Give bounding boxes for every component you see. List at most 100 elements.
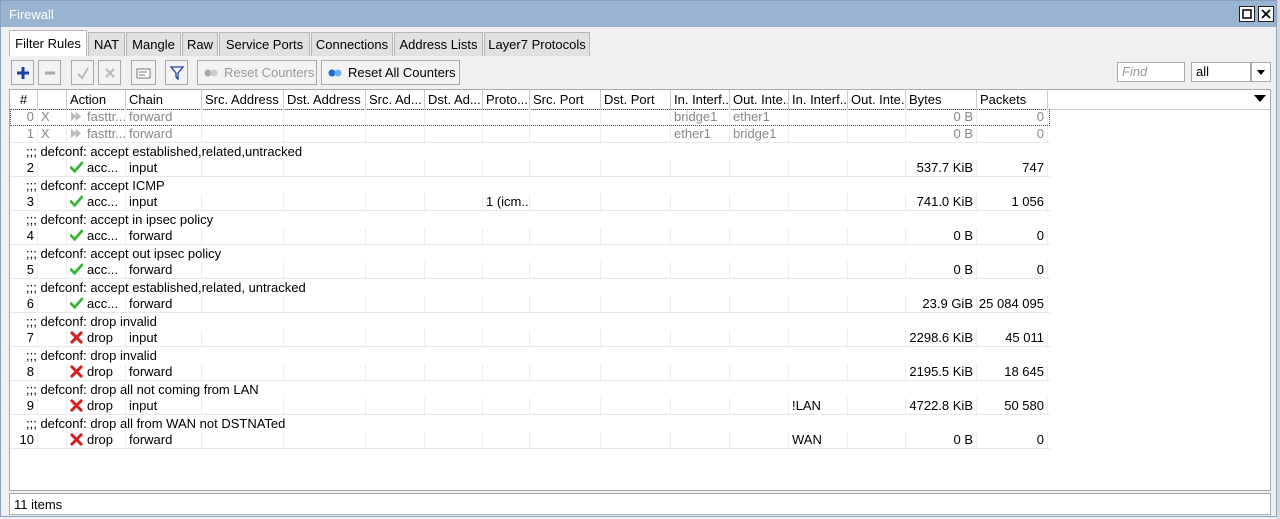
cell-bytes: 0 B xyxy=(906,228,977,244)
rule-comment[interactable]: ;;; defconf: accept ICMP xyxy=(26,177,165,194)
table-row[interactable]: 7 drop input 2298.6 KiB 45 011 xyxy=(10,330,1050,347)
tab-nat[interactable]: NAT xyxy=(88,32,125,56)
column-header[interactable]: Src. Ad... xyxy=(366,90,425,109)
table-row[interactable]: 8 drop forward 2195.5 KiB 18 645 xyxy=(10,364,1050,381)
cell-bytes: 2195.5 KiB xyxy=(906,364,977,380)
table-row[interactable]: 0 Xfasttr... forward bridge1 ether1 0 B0 xyxy=(10,109,1050,126)
tab-mangle[interactable]: Mangle xyxy=(126,32,181,56)
cell-src xyxy=(202,262,284,278)
find-input[interactable]: Find xyxy=(1117,62,1185,82)
remove-button[interactable] xyxy=(38,60,61,85)
column-header[interactable]: In. Interf... xyxy=(789,90,848,109)
accept-icon xyxy=(70,229,83,242)
filter-select-arrow[interactable] xyxy=(1251,62,1271,82)
title-bar[interactable]: Firewall xyxy=(1,1,1276,27)
tab-label: Connections xyxy=(315,37,389,52)
rule-comment[interactable]: ;;; defconf: accept established,related,… xyxy=(26,143,302,160)
rule-comment[interactable]: ;;; defconf: drop all from WAN not DSTNA… xyxy=(26,415,285,432)
table-row[interactable]: 1 Xfasttr... forward ether1 bridge1 0 B0 xyxy=(10,126,1050,143)
column-header[interactable]: # xyxy=(10,90,38,109)
cell-sport xyxy=(530,228,601,244)
check-icon xyxy=(76,66,89,80)
column-header[interactable]: Packets xyxy=(977,90,1048,109)
cell-srcl xyxy=(366,398,425,414)
table-row[interactable]: 2 acc... input 537.7 KiB 747 xyxy=(10,160,1050,177)
toolbar: Reset Counters Reset All Counters Find a… xyxy=(9,57,1271,89)
tab-service-ports[interactable]: Service Ports xyxy=(219,32,310,56)
column-header[interactable]: Dst. Address xyxy=(284,90,366,109)
column-header[interactable]: Proto... xyxy=(483,90,530,109)
drop-icon xyxy=(70,331,83,344)
fasttrack-icon xyxy=(70,128,82,139)
table-row[interactable]: 4 acc... forward 0 B0 xyxy=(10,228,1050,245)
cell-in-if xyxy=(671,160,730,176)
cell-num: 7 xyxy=(10,330,38,346)
cell-out-if: bridge1 xyxy=(730,126,789,142)
disable-button[interactable] xyxy=(98,60,121,85)
cell-in-if xyxy=(671,228,730,244)
cell-out-if-list xyxy=(848,160,906,176)
column-header[interactable]: In. Interf... xyxy=(671,90,730,109)
cell-chain: forward xyxy=(126,109,202,125)
tab-filter-rules[interactable]: Filter Rules xyxy=(9,30,87,56)
firewall-window: Firewall Filter Rules NAT Mangle Raw Ser… xyxy=(0,0,1277,517)
rule-comment[interactable]: ;;; defconf: accept established,related,… xyxy=(26,279,306,296)
cell-sport xyxy=(530,364,601,380)
reset-all-icon xyxy=(328,69,342,76)
column-header[interactable]: Src. Port xyxy=(530,90,601,109)
restore-button[interactable] xyxy=(1239,6,1255,22)
cell-out-if-list xyxy=(848,398,906,414)
cell-proto xyxy=(483,160,530,176)
cell-flag xyxy=(38,160,67,176)
column-header[interactable]: Out. Inte... xyxy=(730,90,789,109)
table-header: # Action Chain Src. Address Dst. Address Src.… xyxy=(10,90,1270,110)
filter-select[interactable]: all xyxy=(1191,62,1251,82)
column-header[interactable]: Dst. Port xyxy=(601,90,671,109)
cell-dport xyxy=(601,126,671,142)
tab-label: Raw xyxy=(186,37,213,52)
column-header[interactable]: Chain xyxy=(126,90,202,109)
comment-button[interactable] xyxy=(131,60,156,85)
close-button[interactable] xyxy=(1258,6,1274,22)
rule-comment[interactable]: ;;; defconf: drop all not coming from LA… xyxy=(26,381,259,398)
cell-srcl xyxy=(366,109,425,125)
rule-comment[interactable]: ;;; defconf: accept out ipsec policy xyxy=(26,245,221,262)
cell-packets: 747 xyxy=(977,160,1048,176)
column-header[interactable] xyxy=(38,90,67,109)
cell-flag: X xyxy=(38,109,67,125)
cell-action: drop xyxy=(67,398,126,414)
tab-raw[interactable]: Raw xyxy=(182,32,218,56)
rule-comment[interactable]: ;;; defconf: drop invalid xyxy=(26,347,157,364)
status-bar: 11 items xyxy=(9,493,1271,515)
cell-packets: 0 xyxy=(977,432,1048,448)
column-header[interactable]: Src. Address xyxy=(202,90,284,109)
rule-comment[interactable]: ;;; defconf: accept in ipsec policy xyxy=(26,211,213,228)
cell-srcl xyxy=(366,364,425,380)
cell-sport xyxy=(530,160,601,176)
column-header[interactable]: Out. Inte... xyxy=(848,90,906,109)
item-count: 11 items xyxy=(14,497,63,512)
cell-bytes: 2298.6 KiB xyxy=(906,330,977,346)
table-row[interactable]: 9 drop input !LAN 4722.8 KiB 50 580 xyxy=(10,398,1050,415)
table-row[interactable]: 5 acc... forward 0 B0 xyxy=(10,262,1050,279)
filter-button[interactable] xyxy=(165,60,188,85)
column-header[interactable]: Dst. Ad... xyxy=(425,90,483,109)
column-header[interactable]: Action xyxy=(67,90,126,109)
tab-address-lists[interactable]: Address Lists xyxy=(394,32,483,56)
cell-packets: 25 084 095 xyxy=(977,296,1048,312)
enable-button[interactable] xyxy=(71,60,94,85)
table-row[interactable]: 3 acc... input 1 (icm... 741.0 KiB 1 056 xyxy=(10,194,1050,211)
add-button[interactable] xyxy=(11,60,34,85)
reset-counters-button[interactable]: Reset Counters xyxy=(197,60,317,85)
table-row[interactable]: 10 drop forward WAN 0 B0 xyxy=(10,432,1050,449)
column-header[interactable]: Bytes xyxy=(906,90,977,109)
comment-icon xyxy=(136,68,150,78)
table-row[interactable]: 6 acc... forward 23.9 GiB 25 084 095 xyxy=(10,296,1050,313)
cell-chain: forward xyxy=(126,432,202,448)
tab-connections[interactable]: Connections xyxy=(311,32,393,56)
columns-dropdown-icon[interactable] xyxy=(1254,95,1266,102)
cell-srcl xyxy=(366,126,425,142)
rule-comment[interactable]: ;;; defconf: drop invalid xyxy=(26,313,157,330)
reset-all-counters-button[interactable]: Reset All Counters xyxy=(321,60,460,85)
tab-layer7-protocols[interactable]: Layer7 Protocols xyxy=(484,32,590,56)
